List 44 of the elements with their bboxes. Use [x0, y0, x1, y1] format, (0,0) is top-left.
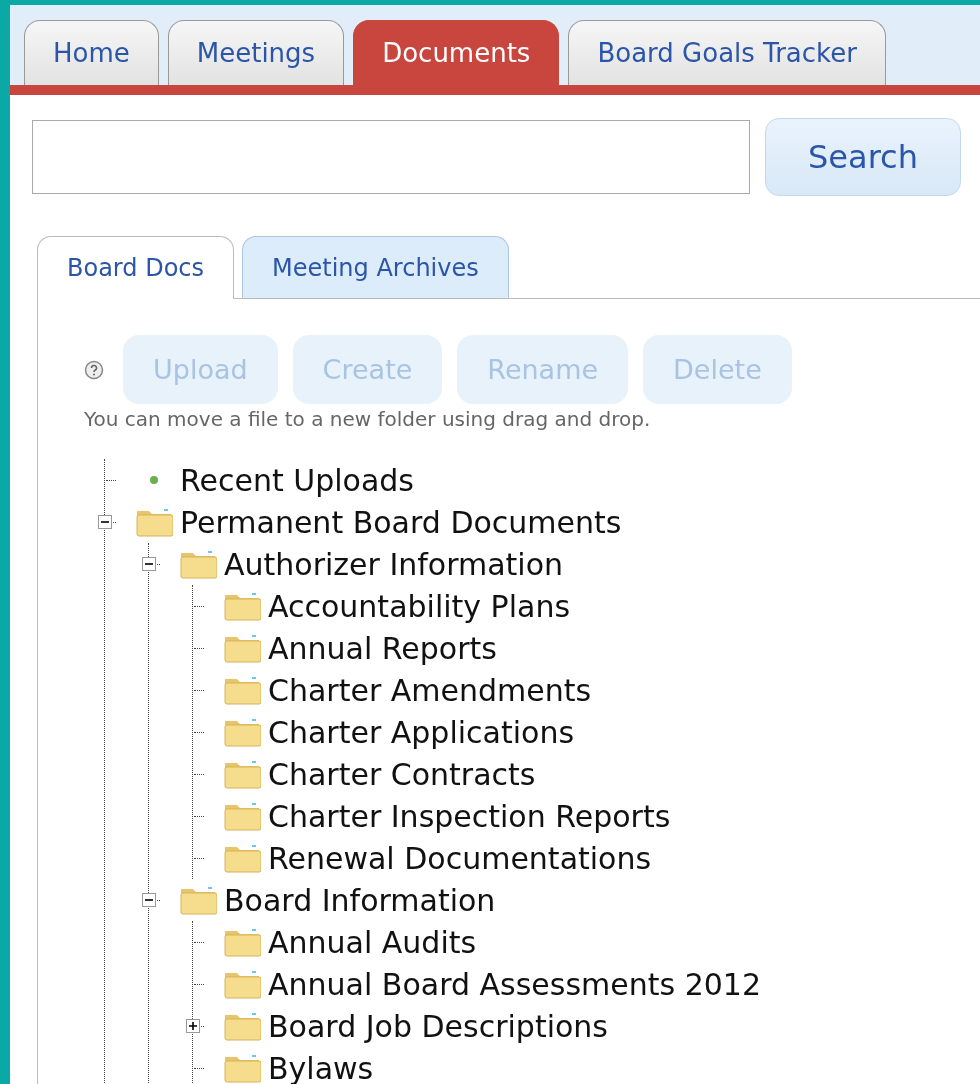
- folder-icon: [223, 969, 261, 999]
- recent-uploads-item[interactable]: Recent Uploads: [180, 462, 414, 498]
- folder-item[interactable]: Charter Inspection Reports: [268, 798, 671, 834]
- folder-icon: [223, 717, 261, 747]
- folder-item[interactable]: Annual Reports: [268, 630, 497, 666]
- folder-icon: [223, 633, 261, 663]
- folder-item[interactable]: Permanent Board Documents: [180, 504, 622, 540]
- folder-icon: [223, 843, 261, 873]
- folder-item[interactable]: Charter Contracts: [268, 756, 536, 792]
- collapse-toggle[interactable]: [142, 893, 156, 907]
- collapse-toggle[interactable]: [98, 515, 112, 529]
- folder-icon: [223, 591, 261, 621]
- nav-tab[interactable]: Home: [24, 20, 159, 85]
- folder-item[interactable]: Board Job Descriptions: [268, 1008, 608, 1044]
- search-button[interactable]: Search: [765, 118, 961, 196]
- folder-item[interactable]: Renewal Documentations: [268, 840, 652, 876]
- collapse-toggle[interactable]: [142, 557, 156, 571]
- nav-tab[interactable]: Meetings: [167, 20, 345, 85]
- folder-icon: [223, 675, 261, 705]
- folder-icon: [179, 549, 217, 579]
- help-icon[interactable]: [84, 359, 104, 380]
- search-field[interactable]: [32, 120, 750, 194]
- nav-tab[interactable]: Documents: [353, 20, 560, 85]
- document-tab[interactable]: Board Docs: [37, 236, 235, 299]
- dot-icon: [149, 475, 159, 485]
- folder-icon: [223, 927, 261, 957]
- folder-icon: [179, 885, 217, 915]
- folder-item[interactable]: Annual Board Assessments 2012: [268, 966, 761, 1002]
- expand-toggle[interactable]: [186, 1019, 200, 1033]
- folder-icon: [223, 801, 261, 831]
- folder-item[interactable]: Charter Amendments: [268, 672, 592, 708]
- folder-icon: [223, 1053, 261, 1083]
- folder-icon: [223, 759, 261, 789]
- folder-icon: [135, 507, 173, 537]
- folder-item[interactable]: Accountability Plans: [268, 588, 571, 624]
- document-tab[interactable]: Meeting Archives: [242, 236, 509, 298]
- folder-item[interactable]: Authorizer Information: [224, 546, 564, 582]
- folder-icon: [223, 1011, 261, 1041]
- folder-item[interactable]: Annual Audits: [268, 924, 477, 960]
- nav-tab[interactable]: Board Goals Tracker: [568, 20, 886, 85]
- folder-item[interactable]: Board Information: [224, 882, 496, 918]
- folder-item[interactable]: Charter Applications: [268, 714, 575, 750]
- drag-drop-hint: You can move a file to a new folder using drag and drop.: [84, 407, 652, 431]
- folder-item[interactable]: Bylaws: [268, 1050, 374, 1084]
